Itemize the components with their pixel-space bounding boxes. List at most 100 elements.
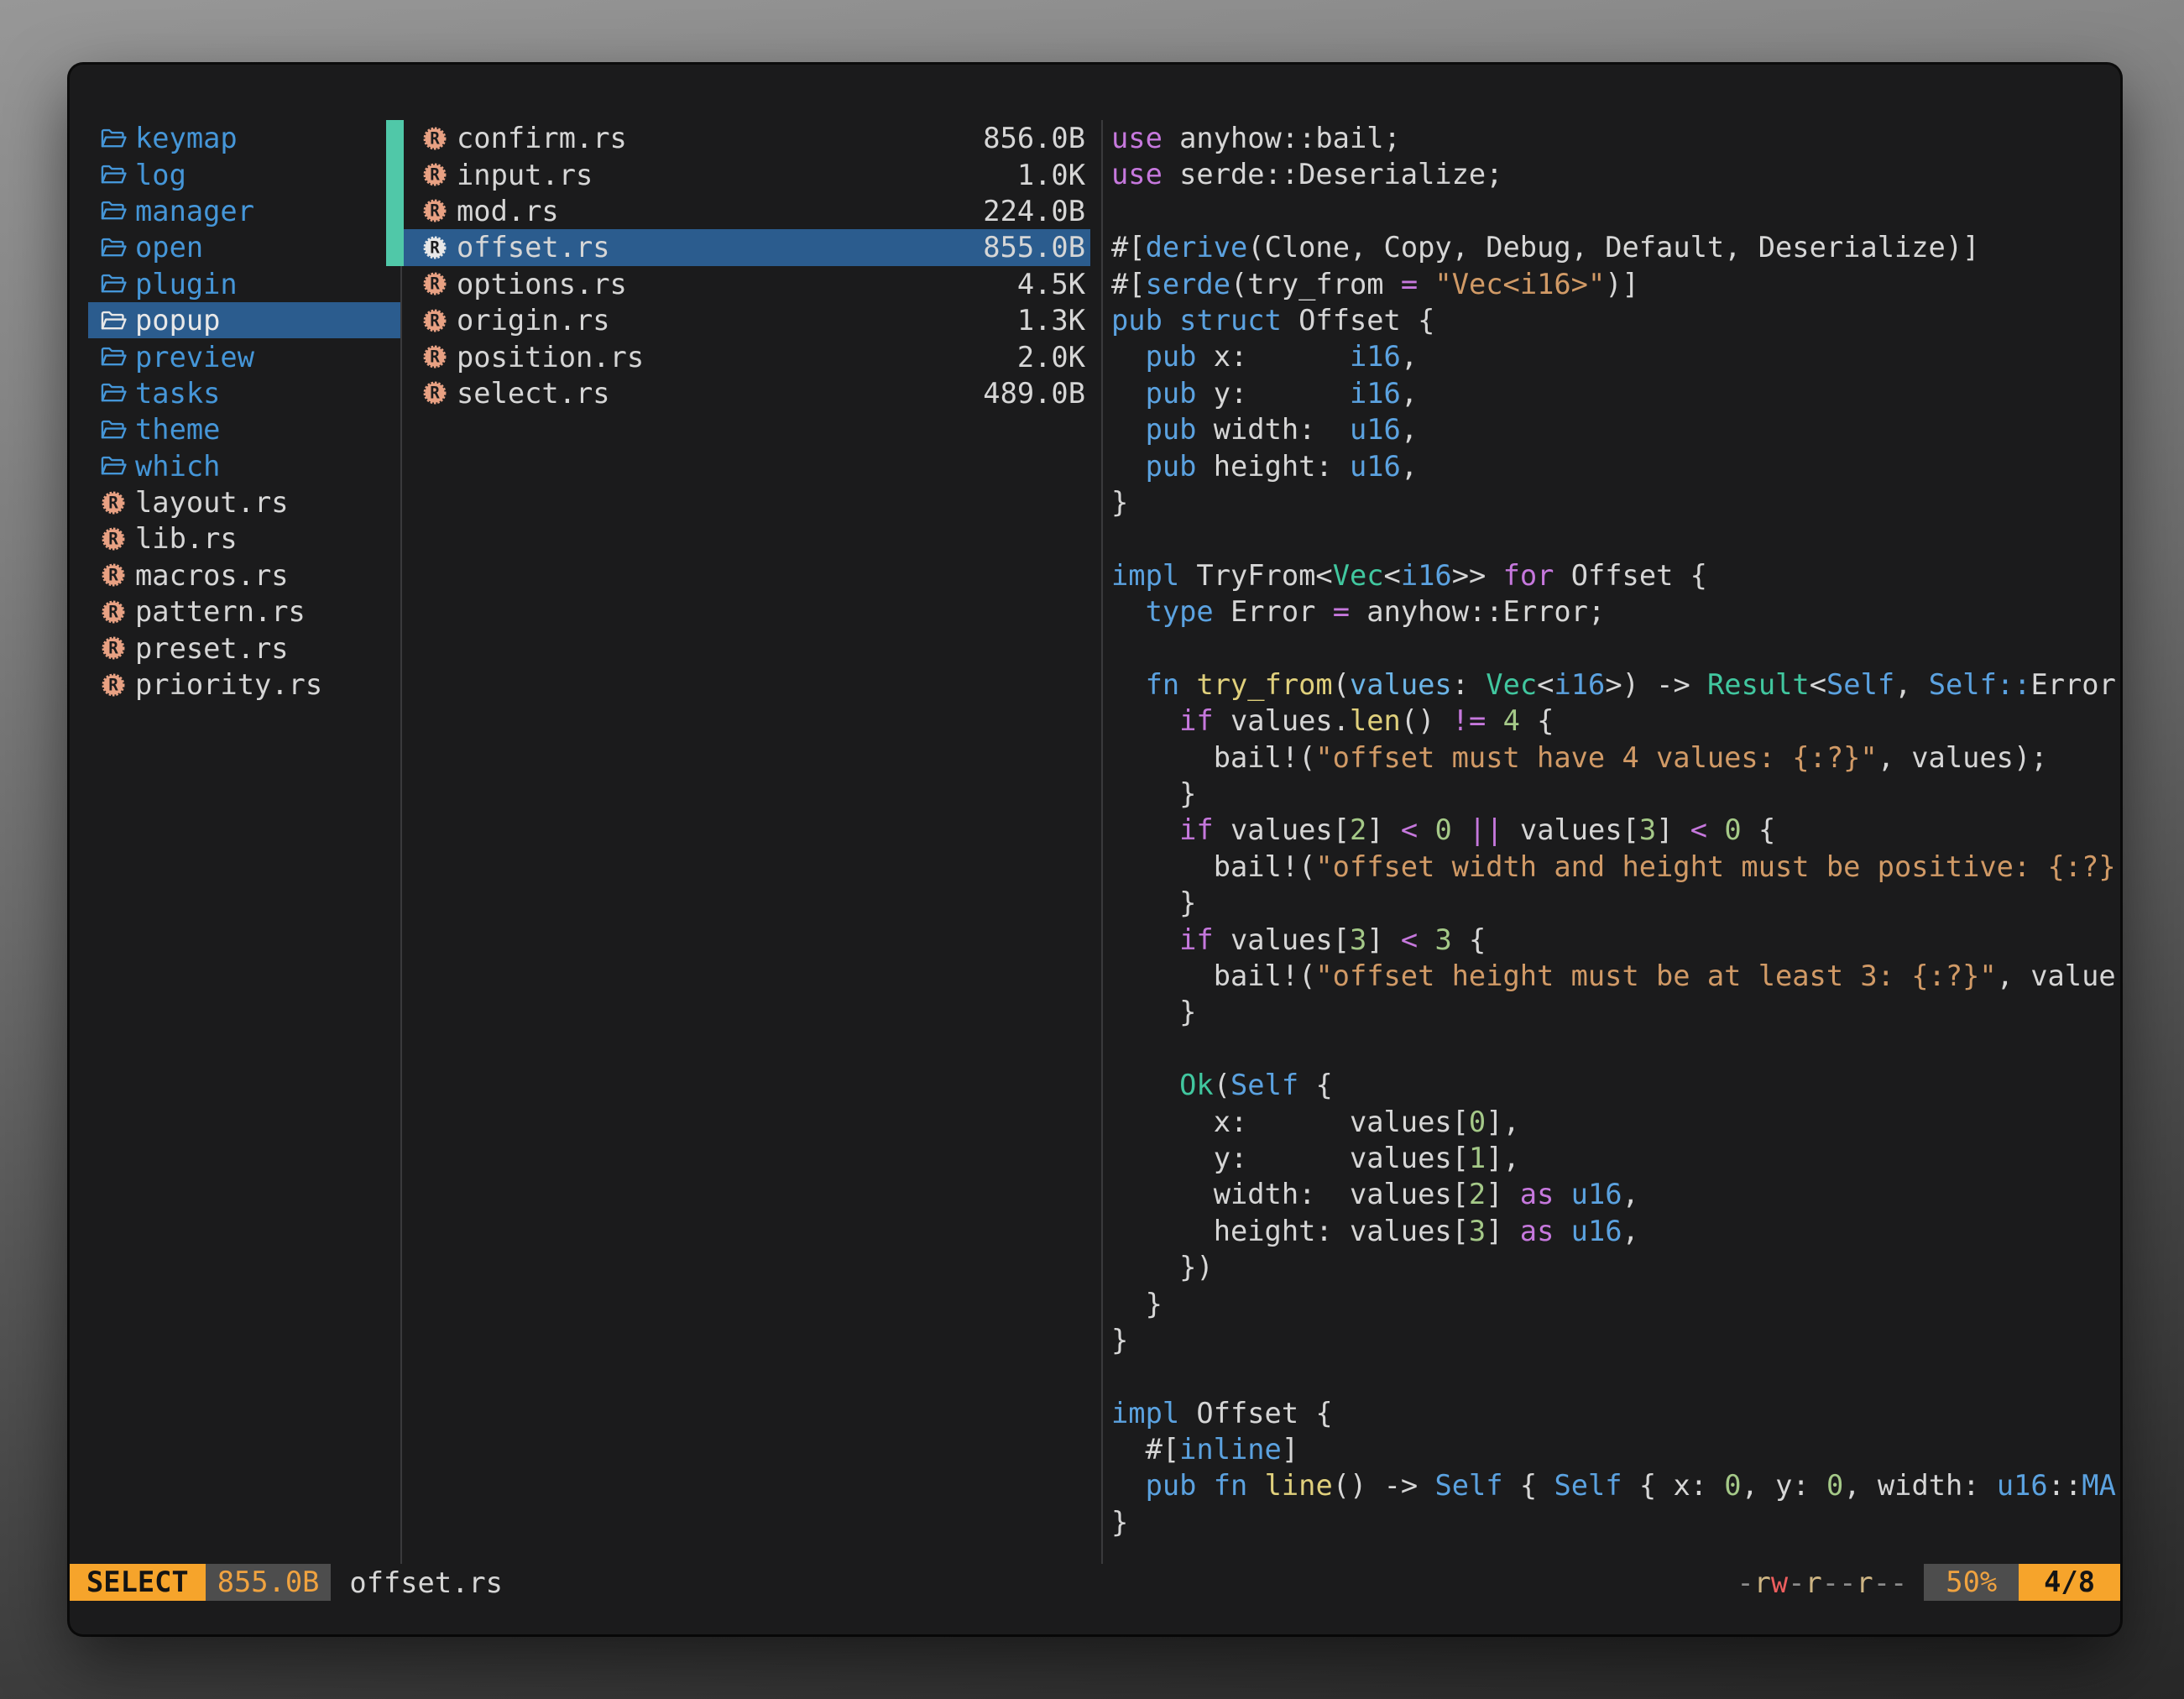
file-row-confirm-rs[interactable]: R confirm.rs856.0B [404,120,1090,156]
file-row-position-rs[interactable]: R position.rs2.0K [404,338,1090,374]
code-line: } [1111,1286,2117,1322]
sidebar-item-label: open [135,231,203,264]
sidebar-item-plugin[interactable]: plugin [88,266,400,302]
file-row-select-rs[interactable]: R select.rs489.0B [404,375,1090,411]
sidebar-item-label: preview [135,341,254,374]
file-preview-panel: use anyhow::bail;use serde::Deserialize;… [1111,120,2117,1564]
svg-text:R: R [430,201,440,221]
file-name: position.rs [457,341,644,374]
code-line [1111,520,2117,557]
code-line: #[serde(try_from = "Vec<i16>")] [1111,266,2117,302]
sidebar-item-manager[interactable]: manager [88,193,400,229]
code-line: pub y: i16, [1111,375,2117,411]
code-line: if values[3] < 3 { [1111,922,2117,958]
folder-open-icon [99,416,128,444]
code-line [1111,1358,2117,1394]
status-bar: SELECT 855.0B offset.rs -rw-r--r-- 50% 4… [70,1564,2120,1601]
svg-text:R: R [108,639,118,658]
terminal-window: keymap log manager open plugin popup pre… [70,65,2120,1634]
sidebar-item-theme[interactable]: theme [88,411,400,447]
rust-file-icon: R [421,196,449,225]
panel-divider-right [1101,120,1103,1564]
code-line [1111,193,2117,229]
sidebar-item-tasks[interactable]: tasks [88,375,400,411]
sidebar-item-priority-rs[interactable]: R priority.rs [88,667,400,703]
selection-marker [386,193,404,229]
mode-badge: SELECT [70,1564,206,1601]
file-name: input.rs [457,159,593,191]
sidebar-item-label: which [135,450,220,483]
folder-open-icon [99,233,128,262]
folder-open-icon [99,379,128,407]
current-directory-panel: R confirm.rs856.0B R input.rs1.0K R mod.… [404,120,1090,411]
sidebar-item-keymap[interactable]: keymap [88,120,400,156]
file-row-options-rs[interactable]: R options.rs4.5K [404,266,1090,302]
rust-file-icon: R [421,379,449,407]
rust-file-icon: R [99,598,128,626]
code-line: } [1111,1322,2117,1358]
code-line: if values[2] < 0 || values[3] < 0 { [1111,812,2117,848]
sidebar-item-label: tasks [135,377,220,410]
sidebar-item-layout-rs[interactable]: R layout.rs [88,484,400,520]
file-row-origin-rs[interactable]: R origin.rs1.3K [404,302,1090,338]
code-line: pub struct Offset { [1111,302,2117,338]
sidebar-item-lib-rs[interactable]: R lib.rs [88,520,400,557]
file-name: options.rs [457,268,627,301]
sidebar-item-macros-rs[interactable]: R macros.rs [88,557,400,593]
rust-file-icon: R [421,233,449,262]
rust-file-icon: R [99,525,128,553]
sidebar-item-log[interactable]: log [88,156,400,192]
sidebar-item-preset-rs[interactable]: R preset.rs [88,630,400,666]
code-line: pub height: u16, [1111,448,2117,484]
file-size: 224.0B [983,195,1085,227]
sidebar-item-label: lib.rs [135,522,238,555]
code-line: #[derive(Clone, Copy, Debug, Default, De… [1111,229,2117,265]
code-line: use serde::Deserialize; [1111,156,2117,192]
svg-text:R: R [430,238,440,257]
sidebar-item-which[interactable]: which [88,448,400,484]
code-line: } [1111,776,2117,812]
code-line: height: values[3] as u16, [1111,1213,2117,1249]
sidebar-item-popup[interactable]: popup [88,302,400,338]
sidebar-item-open[interactable]: open [88,229,400,265]
cursor-position-badge: 4/8 [2019,1564,2120,1601]
code-line [1111,1031,2117,1067]
file-row-input-rs[interactable]: R input.rs1.0K [404,156,1090,192]
code-line: type Error = anyhow::Error; [1111,593,2117,630]
sidebar-item-label: priority.rs [135,668,322,701]
svg-text:R: R [108,602,118,621]
scroll-percent-badge: 50% [1924,1564,2019,1601]
rust-file-icon: R [99,634,128,662]
rust-file-icon: R [421,160,449,189]
file-row-mod-rs[interactable]: R mod.rs224.0B [404,193,1090,229]
folder-open-icon [99,124,128,153]
code-line: impl Offset { [1111,1395,2117,1431]
selection-marker [386,156,404,192]
selection-marker [386,229,404,265]
rust-file-icon: R [99,561,128,589]
code-line: x: values[0], [1111,1104,2117,1140]
folder-open-icon [99,196,128,225]
code-line: use anyhow::bail; [1111,120,2117,156]
rust-file-icon: R [421,342,449,371]
code-line: Ok(Self { [1111,1067,2117,1103]
sidebar-item-label: manager [135,195,254,227]
sidebar-item-label: plugin [135,268,238,301]
code-line: } [1111,885,2117,921]
file-size: 855.0B [983,231,1085,264]
file-name: select.rs [457,377,610,410]
sidebar-item-preview[interactable]: preview [88,338,400,374]
code-line: pub width: u16, [1111,411,2117,447]
svg-text:R: R [108,566,118,585]
folder-open-icon [99,452,128,480]
code-line: y: values[1], [1111,1140,2117,1176]
rust-file-icon: R [421,124,449,153]
panel-divider-left [400,120,402,1564]
parent-directory-panel: keymap log manager open plugin popup pre… [88,120,400,703]
file-permissions: -rw-r--r-- [1737,1566,1907,1599]
sidebar-item-label: preset.rs [135,632,289,665]
code-line: fn try_from(values: Vec<i16>) -> Result<… [1111,667,2117,703]
sidebar-item-pattern-rs[interactable]: R pattern.rs [88,593,400,630]
file-row-offset-rs[interactable]: R offset.rs855.0B [404,229,1090,265]
code-line: bail!("offset height must be at least 3:… [1111,958,2117,994]
